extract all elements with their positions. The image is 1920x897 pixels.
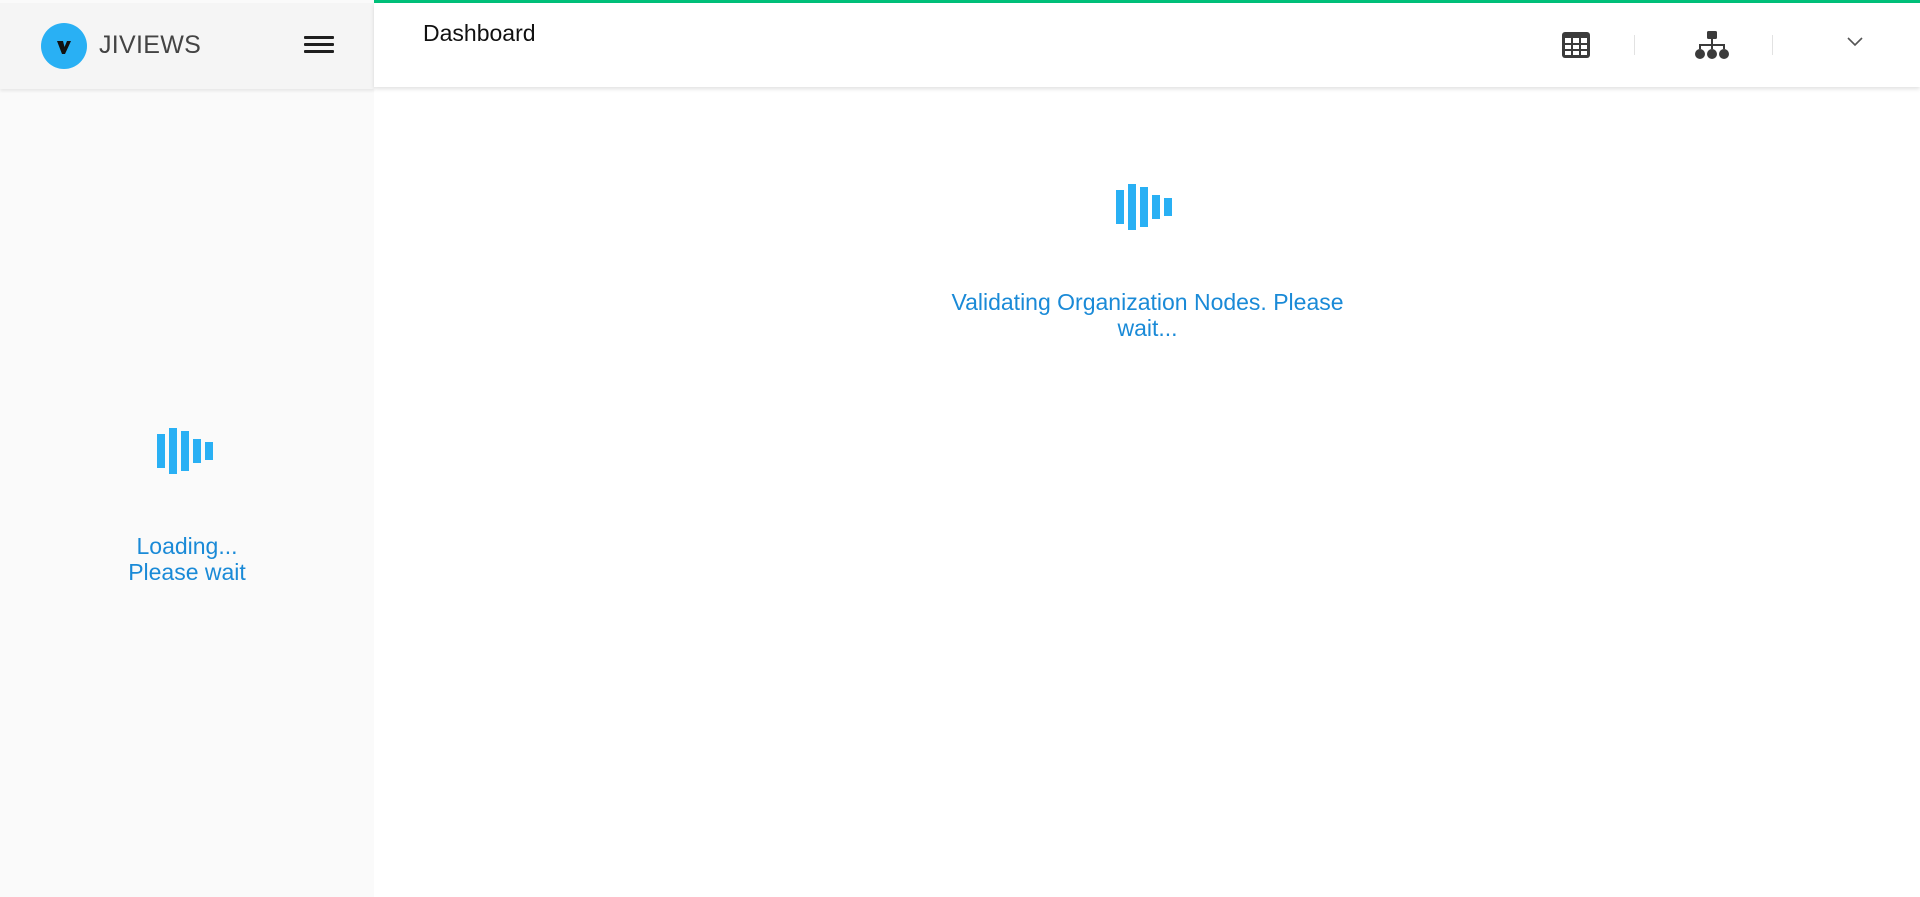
sidebar: JIVIEWS Loading... Please wait: [0, 0, 374, 897]
brand-name: JIVIEWS: [99, 31, 202, 59]
top-header: Dashboard: [374, 3, 1920, 87]
sidebar-loading-spinner-icon: [157, 428, 213, 474]
chevron-down-icon[interactable]: [1846, 36, 1864, 48]
main-status-text: Validating Organization Nodes. Please wa…: [951, 289, 1344, 341]
app-logo: [41, 23, 87, 69]
org-chart-icon[interactable]: [1695, 30, 1729, 60]
sidebar-loading-text: Loading... Please wait: [128, 533, 246, 585]
table-grid-icon[interactable]: [1561, 31, 1591, 59]
brand-bar: JIVIEWS: [0, 3, 374, 89]
logo-v-icon: [57, 41, 71, 54]
page-title: Dashboard: [423, 20, 536, 46]
header-divider: [1772, 35, 1773, 55]
header-divider: [1634, 35, 1635, 55]
hamburger-icon: [304, 36, 334, 39]
main-loading-spinner-icon: [1116, 184, 1172, 230]
menu-toggle-button[interactable]: [302, 33, 336, 59]
